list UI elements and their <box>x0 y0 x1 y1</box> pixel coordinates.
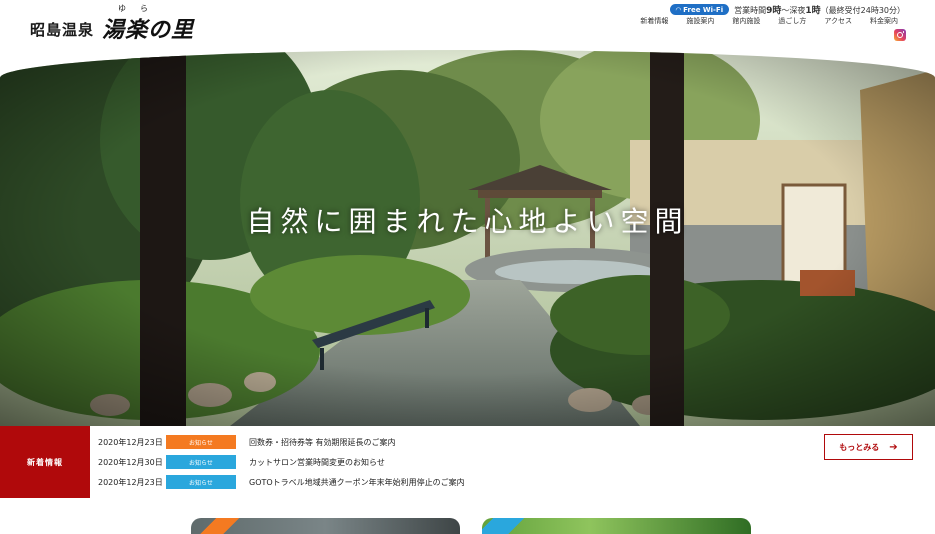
more-news-label: もっとみる <box>839 442 880 452</box>
hours-note: （最終受付24時30分） <box>820 6 905 15</box>
logo-main: 湯楽の里 <box>102 17 195 43</box>
news-date: 2020年12月30日 <box>98 457 163 467</box>
news-title-link[interactable]: 回数券・招待券等 有効期限延長のご案内 <box>249 437 396 448</box>
news-label: 新着情報 <box>0 426 90 498</box>
hours-open: 9時 <box>766 6 782 16</box>
news-tag: お知らせ <box>166 435 236 449</box>
news-section: 新着情報 2020年12月23日 お知らせ 回数券・招待券等 有効期限延長のご案… <box>0 426 935 498</box>
nav-item-news[interactable]: 新着情報 <box>631 16 677 26</box>
news-title-link[interactable]: カットサロン営業時間変更のお知らせ <box>249 457 385 468</box>
opening-hours: 営業時間9時～深夜1時（最終受付24時30分） <box>734 3 905 16</box>
hero-image: 自然に囲まれた心地よい空間 <box>0 50 935 426</box>
hours-mid: ～深夜 <box>781 6 806 15</box>
news-date: 2020年12月23日 <box>98 437 163 447</box>
wifi-badge: ◠ Free Wi-Fi <box>669 4 730 15</box>
news-row[interactable]: 2020年12月23日 お知らせ GOTOトラベル地域共通クーポン年末年始利用停… <box>98 475 465 489</box>
wifi-icon: ◠ <box>675 5 682 14</box>
more-news-button[interactable]: もっとみる ➔ <box>824 434 913 460</box>
card-ribbon <box>191 518 241 534</box>
arrow-right-icon: ➔ <box>889 441 898 453</box>
nav-item-amenities[interactable]: 館内施設 <box>723 16 769 26</box>
site-logo[interactable]: 昭島温泉 ゆら 湯楽の里 <box>30 4 195 44</box>
feature-card-1[interactable] <box>191 518 460 534</box>
card-ribbon <box>482 518 532 534</box>
logo-main-wrap: ゆら 湯楽の里 <box>102 4 195 44</box>
top-info: ◠ Free Wi-Fi 営業時間9時～深夜1時（最終受付24時30分） <box>669 3 905 16</box>
logo-ruby: ゆら <box>118 4 163 13</box>
nav-item-howto[interactable]: 過ごし方 <box>769 16 815 26</box>
news-date: 2020年12月23日 <box>98 477 163 487</box>
news-tag: お知らせ <box>166 475 236 489</box>
feature-card-2[interactable] <box>482 518 751 534</box>
wifi-label: Free Wi-Fi <box>683 5 724 14</box>
hero-caption: 自然に囲まれた心地よい空間 <box>246 205 689 238</box>
hours-close: 1時 <box>805 6 821 16</box>
news-row[interactable]: 2020年12月30日 お知らせ カットサロン営業時間変更のお知らせ <box>98 455 385 469</box>
nav-item-price[interactable]: 料金案内 <box>861 16 907 26</box>
logo-subtitle: 昭島温泉 <box>30 21 95 39</box>
news-tag: お知らせ <box>166 455 236 469</box>
hours-prefix: 営業時間 <box>734 6 767 15</box>
instagram-icon[interactable] <box>894 29 906 41</box>
news-row[interactable]: 2020年12月23日 お知らせ 回数券・招待券等 有効期限延長のご案内 <box>98 435 396 449</box>
nav-item-access[interactable]: アクセス <box>815 16 861 26</box>
main-nav: 新着情報 施設案内 館内施設 過ごし方 アクセス 料金案内 <box>631 16 907 26</box>
nav-item-facility[interactable]: 施設案内 <box>677 16 723 26</box>
news-title-link[interactable]: GOTOトラベル地域共通クーポン年末年始利用停止のご案内 <box>249 477 465 488</box>
